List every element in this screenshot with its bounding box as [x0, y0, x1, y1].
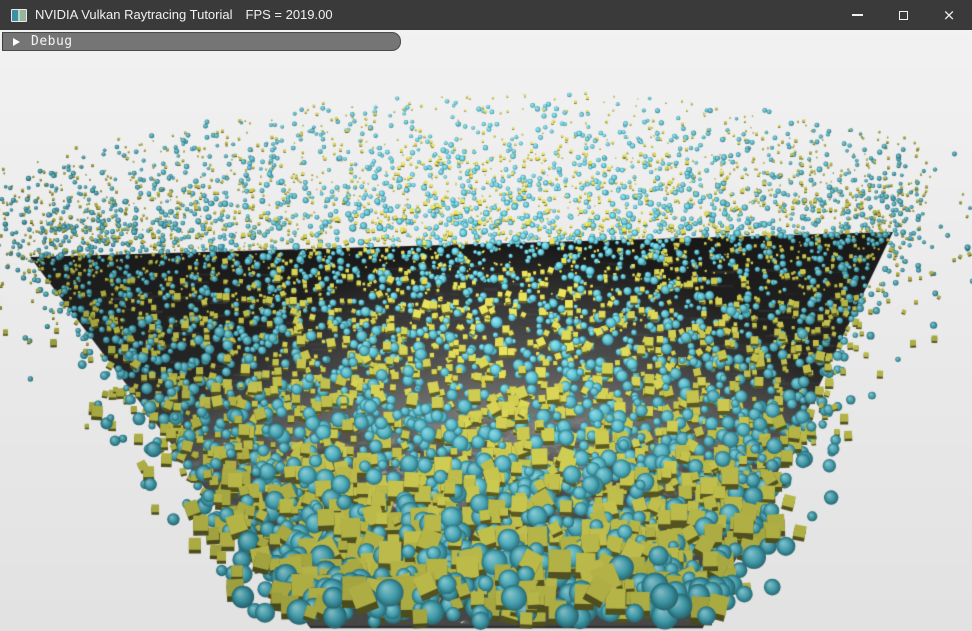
viewport-canvas[interactable]	[0, 30, 972, 631]
app-icon	[11, 9, 27, 22]
minimize-button[interactable]	[834, 0, 880, 30]
maximize-button[interactable]	[880, 0, 926, 30]
titlebar[interactable]: NVIDIA Vulkan Raytracing Tutorial FPS = …	[0, 0, 972, 30]
maximize-icon	[899, 11, 908, 20]
debug-panel-header[interactable]: Debug	[2, 32, 401, 51]
minimize-icon	[852, 14, 863, 16]
close-button[interactable]: ×	[926, 0, 972, 30]
expand-arrow-icon	[13, 38, 20, 46]
raytracing-viewport: Debug	[0, 30, 972, 631]
fps-counter: FPS = 2019.00	[246, 0, 333, 30]
close-icon: ×	[943, 8, 956, 23]
window-title: NVIDIA Vulkan Raytracing Tutorial	[35, 0, 233, 30]
window-controls: ×	[834, 0, 972, 30]
debug-panel-label: Debug	[31, 33, 73, 50]
